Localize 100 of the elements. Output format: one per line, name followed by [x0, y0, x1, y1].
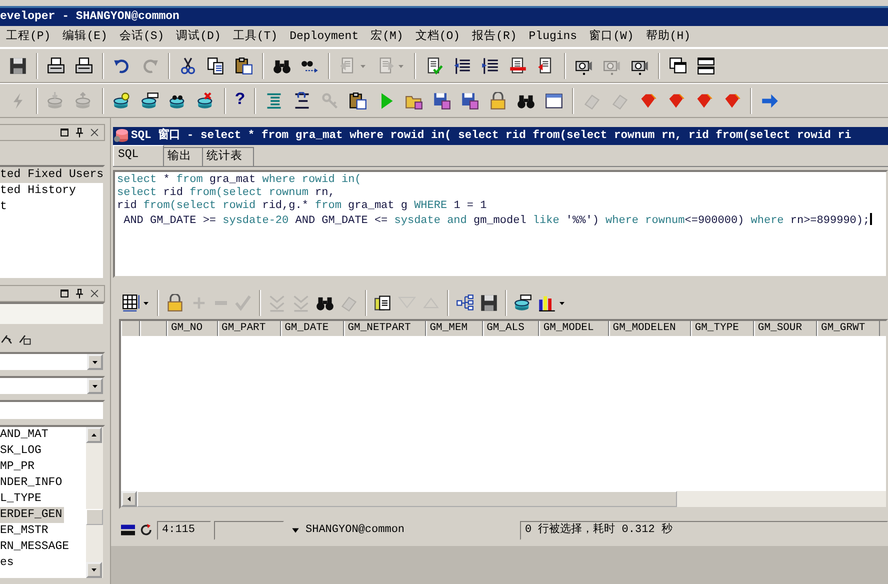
- list-item[interactable]: t: [0, 199, 9, 215]
- double-chevron-icon: [268, 294, 286, 312]
- close-icon[interactable]: [89, 288, 100, 299]
- combo-box[interactable]: [0, 352, 105, 372]
- menu-item[interactable]: 会话(S): [113, 28, 170, 46]
- double-chevron-icon: [292, 294, 310, 312]
- column-header[interactable]: GM_NETPART: [344, 321, 426, 336]
- list-item[interactable]: L_TYPE: [0, 491, 44, 507]
- eraser-icon: [340, 294, 358, 312]
- column-header[interactable]: GM_PART: [218, 321, 281, 336]
- gem-icon: [695, 92, 714, 110]
- minus-icon: [214, 300, 228, 306]
- document-check-icon: [425, 56, 443, 74]
- tab[interactable]: SQL: [113, 145, 164, 166]
- indent-lines-icon: [453, 56, 471, 74]
- dropdown-button[interactable]: [87, 378, 103, 394]
- column-header[interactable]: GM_SOUR: [754, 321, 818, 336]
- up-arrow-icon: [90, 431, 98, 439]
- column-header[interactable]: GM_MODEL: [539, 321, 609, 336]
- pin-icon[interactable]: [74, 127, 85, 138]
- menu-item[interactable]: 帮助(H): [640, 28, 697, 46]
- database-cross-icon: [197, 92, 215, 110]
- list-item[interactable]: SK_LOG: [0, 443, 44, 459]
- menu-item[interactable]: Plugins: [522, 28, 584, 46]
- menu-item[interactable]: 窗口(W): [583, 28, 640, 46]
- document-bar-icon: [509, 56, 527, 74]
- scroll-down-button[interactable]: [86, 562, 102, 578]
- floppy-document-icon: [433, 92, 452, 110]
- menu-item[interactable]: 报告(R): [466, 28, 523, 46]
- clipboard-icon: [235, 56, 253, 74]
- check-icon: [234, 294, 252, 312]
- status-message: 0 行被选择，耗时 0.312 秒: [520, 520, 888, 540]
- menu-item[interactable]: 工具(T): [226, 28, 284, 46]
- list-item[interactable]: ted History: [0, 183, 78, 199]
- close-icon[interactable]: [89, 127, 100, 138]
- restore-icon[interactable]: [59, 127, 70, 138]
- sql-editor[interactable]: [113, 170, 888, 278]
- scroll-up-button[interactable]: [86, 427, 102, 443]
- list-item[interactable]: NDER_INFO: [0, 475, 64, 491]
- dropdown-button[interactable]: [87, 354, 103, 370]
- column-header[interactable]: GM_ALS: [482, 321, 540, 336]
- search-field[interactable]: [0, 400, 105, 421]
- wrap-lines-icon: [293, 92, 312, 110]
- outdent-lines-icon: [481, 56, 499, 74]
- floppy-document-icon: [461, 92, 480, 110]
- code-line: select * from gra_mat where rowid in(: [117, 174, 362, 187]
- restore-icon[interactable]: [59, 288, 70, 299]
- scroll-left-button[interactable]: [121, 491, 137, 507]
- gem-icon: [723, 92, 742, 110]
- list-item[interactable]: es: [0, 555, 16, 571]
- column-header[interactable]: GM_MEM: [426, 321, 483, 336]
- database-arrow-icon: [47, 92, 65, 110]
- grid-icon: [122, 294, 140, 312]
- menu-item[interactable]: 编辑(E): [56, 28, 114, 46]
- list-item[interactable]: MP_PR: [0, 459, 37, 475]
- menu-item[interactable]: 宏(M): [364, 28, 410, 46]
- copy-icon: [207, 56, 225, 74]
- padlock-icon: [166, 294, 184, 312]
- printer-icon: [75, 56, 93, 74]
- list-item[interactable]: ER_MSTR: [0, 523, 50, 539]
- help-button[interactable]: ?: [230, 86, 250, 114]
- caret-icon: [91, 358, 99, 366]
- column-header[interactable]: GM_MODELEN: [608, 321, 691, 336]
- vertical-scrollbar[interactable]: [86, 427, 103, 578]
- combo-box[interactable]: [0, 376, 105, 396]
- right-arrow-icon: [761, 92, 780, 110]
- bar-chart-icon: [538, 294, 556, 312]
- padlock-icon: [489, 92, 508, 110]
- horizontal-scrollbar[interactable]: [121, 491, 886, 507]
- caret-icon: [291, 526, 300, 534]
- list-item[interactable]: ERDEF_GEN: [0, 507, 64, 523]
- database-gear-icon: [113, 127, 129, 144]
- stripes-icon: [119, 523, 137, 537]
- menu-item[interactable]: 文档(O): [409, 28, 466, 46]
- filter-field[interactable]: [0, 302, 105, 326]
- printer-icon: [47, 56, 65, 74]
- menu-item[interactable]: Deployment: [284, 28, 365, 46]
- connection-selector[interactable]: SHANGYON@common: [287, 520, 517, 540]
- list-item[interactable]: ted Fixed Users: [0, 167, 105, 183]
- menu-item[interactable]: 工程(P): [0, 28, 57, 46]
- tab[interactable]: 统计表: [202, 147, 254, 166]
- menu-item[interactable]: 调试(D): [170, 28, 227, 46]
- database-bulb-icon: [113, 92, 131, 110]
- gem-icon: [667, 92, 686, 110]
- caret-icon: [91, 382, 99, 390]
- column-header[interactable]: GM_NO: [167, 321, 218, 336]
- tile-windows-icon: [697, 56, 715, 74]
- list-item[interactable]: AND_MAT: [0, 427, 50, 443]
- column-header[interactable]: GM_TYPE: [690, 321, 754, 336]
- windows-icon: [669, 56, 687, 74]
- scroll-thumb[interactable]: [86, 509, 103, 525]
- pin-icon[interactable]: [74, 288, 85, 299]
- column-header[interactable]: GM_DATE: [280, 321, 344, 336]
- document-stack-icon: [374, 294, 392, 312]
- column-header[interactable]: GM_GRWT: [817, 321, 880, 336]
- list-item[interactable]: RN_MESSAGE: [0, 539, 72, 555]
- status-panel: [214, 520, 284, 540]
- left-arrow-icon: [125, 495, 133, 503]
- redo-arrow-icon: [141, 56, 159, 74]
- scroll-thumb[interactable]: [137, 491, 677, 507]
